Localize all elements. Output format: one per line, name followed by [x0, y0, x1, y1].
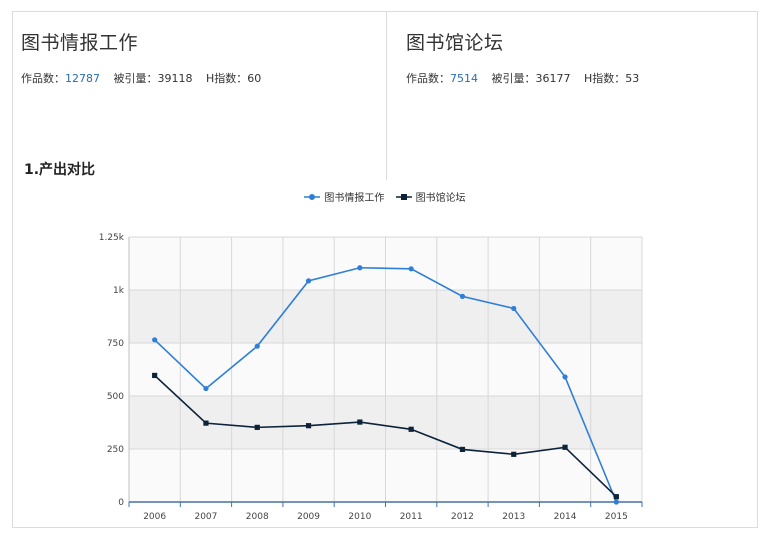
x-tick-label: 2015 — [605, 512, 628, 522]
data-point-series-2 — [254, 424, 260, 430]
data-point-series-1 — [203, 385, 209, 392]
data-point-series-1 — [511, 305, 517, 312]
data-point-series-2 — [305, 423, 312, 429]
data-point-series-1 — [254, 343, 260, 349]
data-point-series-2 — [459, 446, 466, 453]
x-tick-label: 2010 — [348, 512, 371, 522]
x-tick-label: 2011 — [400, 512, 423, 522]
x-tick-label: 2009 — [297, 512, 320, 522]
data-point-series-1 — [459, 293, 466, 299]
y-tick-label: 500 — [107, 392, 124, 402]
x-tick-label: 2013 — [502, 512, 525, 522]
data-point-series-2 — [152, 372, 158, 379]
data-point-series-2 — [613, 494, 619, 500]
data-point-series-1 — [562, 374, 568, 380]
data-point-series-2 — [203, 420, 209, 426]
data-point-series-2 — [408, 426, 414, 432]
data-point-series-2 — [562, 444, 568, 450]
y-tick-label: 750 — [107, 339, 124, 349]
y-tick-label: 0 — [118, 498, 124, 508]
y-tick-label: 250 — [107, 445, 124, 455]
data-point-series-1 — [357, 265, 363, 271]
data-point-series-1 — [408, 266, 414, 272]
x-tick-label: 2008 — [246, 512, 269, 522]
y-tick-label: 1k — [113, 286, 125, 296]
data-point-series-1 — [305, 278, 312, 284]
x-tick-label: 2006 — [143, 512, 166, 522]
data-point-series-1 — [613, 499, 619, 505]
data-point-series-2 — [511, 451, 517, 457]
line-chart: 0 250 500 750 1k 1.25k 2006 2007 2008 2009 2010 201… — [99, 233, 643, 522]
data-point-series-1 — [152, 337, 158, 343]
x-tick-label: 2007 — [194, 512, 217, 522]
x-tick-label: 2012 — [451, 512, 474, 522]
x-tick-label: 2014 — [554, 512, 577, 522]
data-point-series-2 — [357, 419, 363, 425]
y-tick-label: 1.25k — [99, 233, 125, 243]
